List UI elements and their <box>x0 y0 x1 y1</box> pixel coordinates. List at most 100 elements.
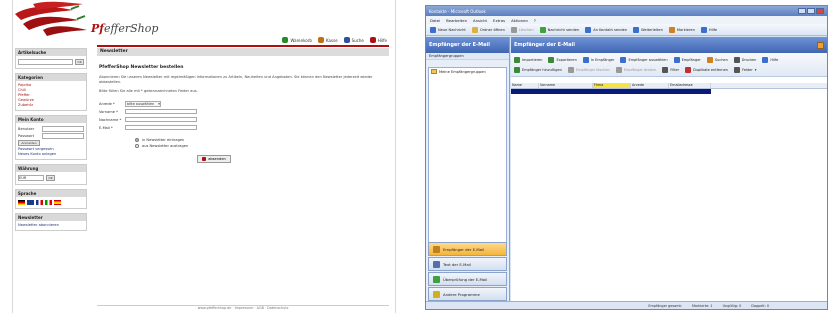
print-button[interactable]: Drucken <box>733 55 756 64</box>
pane-close-icon[interactable] <box>817 42 824 49</box>
flag-fr-icon[interactable] <box>36 200 43 205</box>
search-box: Artikelsuche OK <box>15 48 87 69</box>
column-header-firstname[interactable]: Vorname <box>539 83 593 88</box>
submit-button[interactable]: absenden <box>197 155 231 163</box>
filter-button[interactable]: Filter <box>662 65 679 74</box>
import-button[interactable]: Importieren <box>514 55 542 64</box>
categories-title: Kategorien <box>16 74 86 81</box>
send-to-contact-button[interactable]: An Kontakt senden <box>585 26 627 33</box>
recipients-button[interactable]: Empfänger <box>673 55 701 64</box>
search-button[interactable]: Suchen <box>706 55 728 64</box>
main-toolbar: Neue Nachricht Ordner öffnen Löschen Nac… <box>426 24 827 36</box>
menu-actions[interactable]: Aktionen <box>511 18 528 23</box>
newsletter-subscribe-link[interactable]: Newsletter abonnieren <box>18 223 84 228</box>
search-box-title: Artikelsuche <box>16 49 86 56</box>
text-icon <box>433 260 440 268</box>
selected-table-row[interactable] <box>511 89 711 94</box>
login-button[interactable]: Anmelden <box>18 140 40 146</box>
select-icon <box>620 56 627 63</box>
send-message-button[interactable]: Nachricht senden <box>539 26 579 33</box>
newsletter-form: Anrede * bitte auswählen ▾ Vorname * Nachn… <box>99 100 389 163</box>
chevron-down-icon: ▾ <box>158 101 160 106</box>
maximize-icon[interactable] <box>807 8 815 14</box>
status-invalid: Ungültig: 0 <box>722 303 742 308</box>
search-button[interactable]: OK <box>75 59 84 65</box>
recipients-icon <box>433 245 440 253</box>
menu-view[interactable]: Ansicht <box>473 18 487 23</box>
salutation-select[interactable]: bitte auswählen ▾ <box>125 100 161 107</box>
menu-help[interactable]: ? <box>534 18 536 23</box>
help-icon <box>369 37 376 43</box>
column-header-salutation[interactable]: Anrede <box>631 83 669 88</box>
nav-search-link[interactable]: Suche <box>343 37 364 43</box>
nav-check-button[interactable]: Überprüfung der E-Mail <box>428 272 507 286</box>
folder-item[interactable]: Meine Empfängergruppen <box>429 68 506 75</box>
send-icon <box>539 26 546 33</box>
select-recipients-button[interactable]: Empfänger auswählen <box>620 55 668 64</box>
flag-gb-icon[interactable] <box>27 200 34 205</box>
currency-ok-button[interactable]: OK <box>46 175 55 181</box>
recipients-icon <box>673 56 680 63</box>
firstname-input[interactable] <box>125 109 197 114</box>
search-input[interactable] <box>18 59 73 65</box>
username-input[interactable] <box>42 126 84 132</box>
pfeffershop-page: PfefferShop Warenkorb Kasse Suche Hilfe … <box>12 0 396 313</box>
forward-button[interactable]: Weiterleiten <box>633 26 663 33</box>
nav-buttons: Empfänger der E-Mail Text der E-Mail Übe… <box>428 241 507 301</box>
duplicates-icon <box>685 66 692 73</box>
minimize-icon[interactable] <box>798 8 806 14</box>
new-message-button[interactable]: Neue Nachricht <box>430 26 466 33</box>
add-icon <box>514 66 520 73</box>
check-icon <box>433 275 440 283</box>
categories-box: Kategorien Paprika Chili Pfeffer Gewürze… <box>15 73 87 111</box>
flag-it-icon[interactable] <box>45 200 52 205</box>
email-input[interactable] <box>125 125 197 130</box>
contact-icon <box>585 26 592 33</box>
category-link[interactable]: Zubehör <box>18 103 84 108</box>
intro-text: Abonnieren Sie unseren Newsletter mit re… <box>99 75 373 84</box>
open-folder-button[interactable]: Ordner öffnen <box>471 26 505 33</box>
nav-recipients-button[interactable]: Empfänger der E-Mail <box>428 242 507 256</box>
flag-de-icon[interactable] <box>18 200 25 205</box>
delete-recipient-button[interactable]: Empfänger löschen <box>567 65 610 74</box>
delete-button[interactable]: Löschen <box>510 26 534 33</box>
to-recipient-button[interactable]: In Empfänger <box>582 55 614 64</box>
menu-file[interactable]: Datei <box>430 18 440 23</box>
nav-text-button[interactable]: Text der E-Mail <box>428 257 507 271</box>
remove-duplicates-button[interactable]: Duplikate entfernen <box>685 65 728 74</box>
chevron-down-icon: ▾ <box>754 67 757 72</box>
search-icon <box>706 56 713 63</box>
status-total: Empfänger gesamt: <box>648 303 682 308</box>
register-link[interactable]: Neues Konto anlegen <box>18 152 84 157</box>
edit-recipient-button[interactable]: Empfänger ändern <box>615 65 656 74</box>
menu-edit[interactable]: Bearbeiten <box>446 18 467 23</box>
column-header-email[interactable]: Emailadresse <box>669 83 711 88</box>
column-header-company[interactable]: Firma <box>593 83 631 88</box>
radio-unsubscribe[interactable]: aus Newsletter austragen <box>135 143 389 149</box>
menu-tools[interactable]: Extras <box>493 18 505 23</box>
export-button[interactable]: Exportieren <box>548 55 577 64</box>
flag-es-icon[interactable] <box>54 200 61 205</box>
nav-cart-link[interactable]: Warenkorb <box>282 37 312 43</box>
close-icon[interactable] <box>816 8 824 14</box>
add-recipient-button[interactable]: Empfänger hinzufügen <box>514 65 562 74</box>
help-icon <box>762 56 769 63</box>
column-header-name[interactable]: Name <box>511 83 539 88</box>
cart-icon <box>282 37 289 43</box>
shop-logo[interactable]: PfefferShop <box>91 22 158 35</box>
lastname-input[interactable] <box>125 117 197 122</box>
nav-help-link[interactable]: Hilfe <box>369 37 387 43</box>
flag-button[interactable]: Markieren <box>668 26 695 33</box>
help-button[interactable]: Hilfe <box>700 26 717 33</box>
newsletter-title: Newsletter <box>16 214 86 221</box>
nav-programs-button[interactable]: Andere Programme <box>428 287 507 301</box>
password-input[interactable] <box>42 133 84 139</box>
currency-select[interactable]: EUR <box>18 175 44 181</box>
currency-title: Währung <box>16 165 86 172</box>
remove-icon <box>567 66 574 73</box>
help-button[interactable]: Hilfe <box>762 55 778 64</box>
content-header: Newsletter <box>97 48 389 56</box>
nav-checkout-link[interactable]: Kasse <box>317 37 338 43</box>
fields-button[interactable]: Felder ▾ <box>734 65 757 74</box>
nav-pane-title: Empfänger der E-Mail <box>426 37 509 53</box>
